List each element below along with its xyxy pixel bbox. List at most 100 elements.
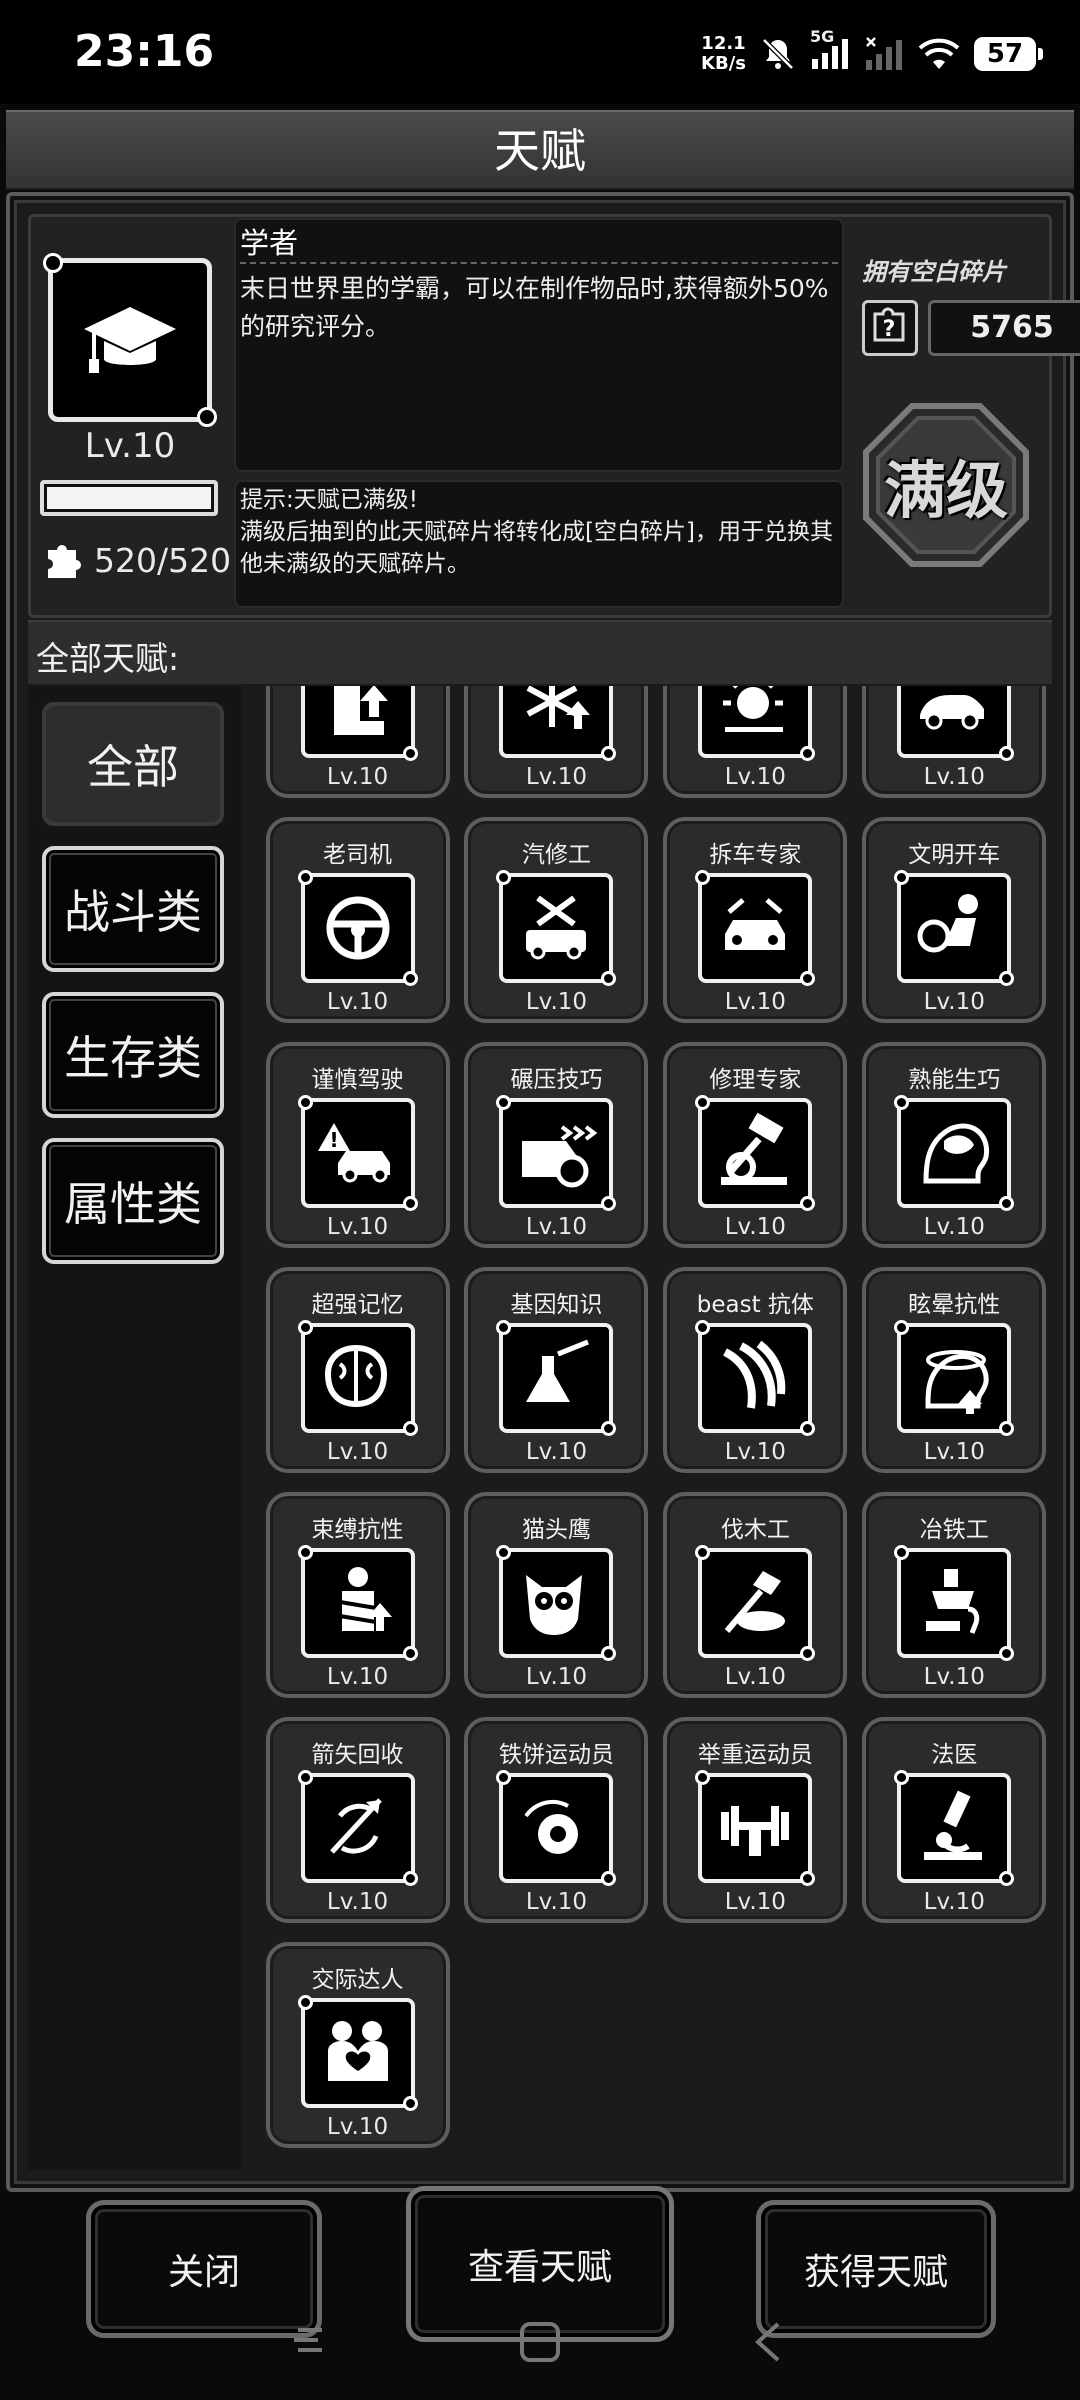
talent-card[interactable]: 猫头鹰 Lv.10 — [464, 1492, 649, 1698]
talent-card[interactable]: 熟能生巧 Lv.10 — [862, 1042, 1047, 1248]
divider — [240, 262, 838, 264]
talent-card[interactable]: Lv.10 — [265, 686, 450, 798]
talent-level: Lv.10 — [326, 1439, 389, 1465]
home-nav-icon[interactable] — [518, 2320, 562, 2368]
axe-log-icon — [695, 1545, 816, 1661]
blank-shards-label: 拥有空白碎片 — [862, 258, 1006, 286]
talent-card[interactable]: 拆车专家 Lv.10 — [663, 817, 848, 1023]
talent-card[interactable]: 铁饼运动员 Lv.10 — [464, 1717, 649, 1923]
talent-name: 拆车专家 — [709, 842, 802, 868]
category-combat[interactable]: 战斗类 — [42, 846, 224, 972]
talent-card[interactable]: 修理专家 Lv.10 — [663, 1042, 848, 1248]
talent-card[interactable]: 举重运动员 Lv.10 — [663, 1717, 848, 1923]
talent-level: Lv.10 — [923, 1889, 985, 1915]
sun-up-icon — [698, 686, 816, 761]
talent-level: Lv.10 — [525, 1664, 588, 1690]
talent-card[interactable]: 超强记忆 Lv.10 — [265, 1267, 450, 1473]
talent-card[interactable]: 文明开车 Lv.10 — [862, 817, 1047, 1023]
talent-name: 法医 — [931, 1742, 978, 1768]
blank-shards-value: 5765 — [928, 300, 1080, 356]
talent-name: 伐木工 — [720, 1517, 790, 1543]
talent-card[interactable]: 基因知识 Lv.10 — [464, 1267, 649, 1473]
battery-icon: 57 — [974, 37, 1043, 71]
owl-icon — [496, 1545, 617, 1661]
talent-card[interactable]: Lv.10 — [663, 686, 848, 798]
talent-card[interactable]: 交际达人 Lv.10 — [265, 1942, 450, 2148]
talent-name: 基因知识 — [510, 1292, 603, 1318]
network-speed-value: 12.1 — [701, 33, 746, 54]
network-speed: 12.1 KB/s — [701, 34, 746, 74]
talent-card[interactable]: 伐木工 Lv.10 — [663, 1492, 848, 1698]
talent-name: 超强记忆 — [311, 1292, 404, 1318]
page-title: 天赋 — [494, 124, 586, 178]
snowflake-up-icon — [499, 686, 617, 761]
talent-name: 束缚抗性 — [311, 1517, 404, 1543]
selected-talent-description: 末日世界里的学霸，可以在制作物品时,获得额外50%的研究评分。 — [240, 274, 829, 341]
talent-card[interactable]: 谨慎驾驶! Lv.10 — [265, 1042, 450, 1248]
talent-level: Lv.10 — [525, 1214, 588, 1240]
talent-card[interactable]: beast 抗体 Lv.10 — [663, 1267, 848, 1473]
talent-level: Lv.10 — [326, 1664, 389, 1690]
car-repair-icon — [496, 870, 617, 986]
talent-card[interactable]: 碾压技巧 Lv.10 — [464, 1042, 649, 1248]
fragment-count: 520/520 — [44, 540, 231, 580]
talent-name: 汽修工 — [521, 842, 591, 868]
talent-name: 碾压技巧 — [510, 1067, 603, 1093]
back-nav-icon[interactable] — [750, 2320, 786, 2368]
steering-wheel-icon — [297, 870, 418, 986]
graduation-cap-icon — [84, 307, 176, 373]
talent-name: 冶铁工 — [919, 1517, 989, 1543]
talent-level: Lv.10 — [724, 1664, 786, 1690]
max-level-text: 满级 — [883, 454, 1008, 527]
selected-talent-level: Lv.10 — [84, 426, 176, 466]
talent-name: 铁饼运动员 — [498, 1742, 614, 1768]
talent-level: Lv.10 — [923, 764, 985, 790]
microscope-icon — [894, 1770, 1015, 1886]
svg-text:!: ! — [329, 1128, 338, 1152]
talent-level: Lv.10 — [525, 1889, 588, 1915]
hammer-gear-icon — [695, 1095, 816, 1211]
talent-card[interactable]: 箭矢回收 Lv.10 — [265, 1717, 450, 1923]
talent-level: Lv.10 — [326, 1214, 389, 1240]
foot-up-icon — [300, 686, 418, 761]
seated-driver-icon — [894, 870, 1015, 986]
warning-car-icon: ! — [297, 1095, 418, 1211]
talent-level: Lv.10 — [923, 989, 985, 1015]
talent-card[interactable]: Lv.10 — [464, 686, 649, 798]
arrow-recycle-icon — [297, 1770, 418, 1886]
talent-name: 交际达人 — [311, 1967, 404, 1993]
talent-level: Lv.10 — [326, 1889, 389, 1915]
category-survival[interactable]: 生存类 — [42, 992, 224, 1118]
status-bar: 23:16 12.1 KB/s 5G 57 — [0, 0, 1080, 104]
talent-card[interactable]: 冶铁工 Lv.10 — [862, 1492, 1047, 1698]
talent-grid[interactable]: Lv.10 Lv.10 Lv.10 Lv.10 老司机 Lv.10 汽修工 Lv.10 拆车专家… — [246, 686, 1052, 2170]
talent-card[interactable]: 束缚抗性 Lv.10 — [265, 1492, 450, 1698]
talent-level: Lv.10 — [923, 1214, 985, 1240]
title-bar: 天赋 — [6, 110, 1074, 190]
battery-level: 57 — [986, 39, 1024, 69]
fragment-progress-bar — [40, 480, 218, 516]
talent-card[interactable]: Lv.10 — [862, 686, 1047, 798]
talent-card[interactable]: 汽修工 Lv.10 — [464, 817, 649, 1023]
talent-card[interactable]: 法医 Lv.10 — [862, 1717, 1047, 1923]
talent-level: Lv.10 — [326, 989, 389, 1015]
talent-level: Lv.10 — [525, 1439, 588, 1465]
system-nav-bar — [0, 2300, 1080, 2370]
talent-level: Lv.10 — [326, 2114, 389, 2140]
talent-level: Lv.10 — [724, 764, 786, 790]
menu-nav-icon[interactable] — [290, 2320, 330, 2364]
category-all[interactable]: 全部 — [42, 702, 224, 826]
talent-card[interactable]: 老司机 Lv.10 — [265, 817, 450, 1023]
discus-icon — [496, 1770, 617, 1886]
max-level-hint: 提示:天赋已满级! 满级后抽到的此天赋碎片将转化成[空白碎片]，用于兑换其他未满… — [240, 487, 833, 577]
talent-card[interactable]: 眩晕抗性 Lv.10 — [862, 1267, 1047, 1473]
talent-name: 修理专家 — [709, 1067, 802, 1093]
talent-name: 眩晕抗性 — [908, 1292, 1001, 1318]
sports-car-icon — [897, 686, 1015, 761]
talent-level: Lv.10 — [525, 764, 588, 790]
car-crush-icon — [496, 1095, 617, 1211]
wifi-icon — [918, 38, 960, 69]
talent-level: Lv.10 — [923, 1664, 985, 1690]
network-speed-unit: KB/s — [701, 53, 746, 74]
category-attributes[interactable]: 属性类 — [42, 1138, 224, 1264]
